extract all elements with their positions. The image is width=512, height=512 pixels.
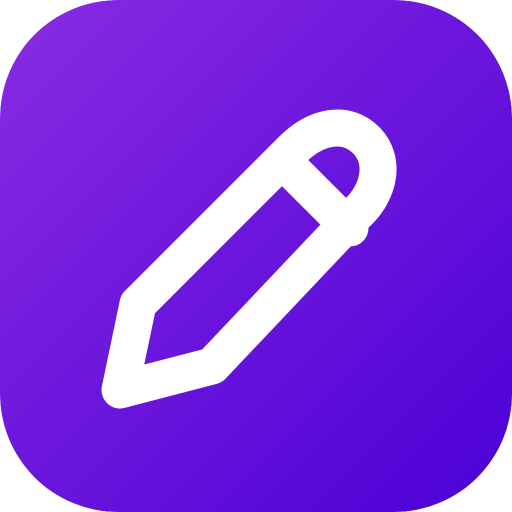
app-icon-graphic <box>0 0 512 512</box>
app-icon-background <box>0 0 512 512</box>
app-icon[interactable] <box>0 0 512 512</box>
icon-canvas <box>0 0 512 512</box>
